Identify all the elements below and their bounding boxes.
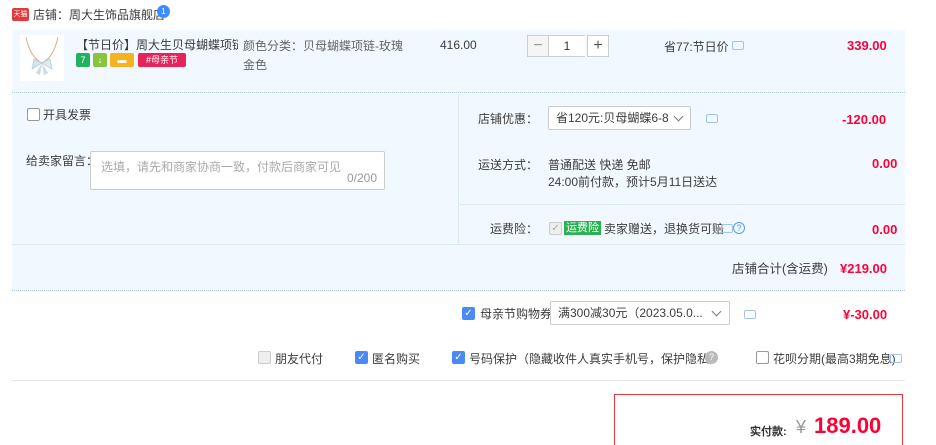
- tag-mothers-day: #母亲节: [138, 53, 186, 67]
- quantity-plus-button[interactable]: +: [587, 35, 609, 57]
- invoice-checkbox[interactable]: [27, 108, 40, 121]
- shop-discount-amount: -120.00: [842, 112, 887, 127]
- anonymous-checkbox[interactable]: ✓: [355, 351, 368, 364]
- coupon-label: 母亲节购物券: [480, 307, 553, 321]
- payment-summary: 实付款: ¥ 189.00: [614, 394, 903, 445]
- product-title-link[interactable]: 【节日价】周大生贝母蝴蝶项链...: [76, 38, 238, 52]
- shop-total-label: 店铺合计(含运费): [732, 262, 828, 276]
- chat-icon[interactable]: [706, 114, 718, 123]
- product-thumbnail[interactable]: [20, 35, 64, 81]
- shop-discount-label: 店铺优惠：: [478, 112, 539, 126]
- shop-name[interactable]: 店铺：周大生饰品旗舰店: [33, 8, 165, 22]
- chat-icon[interactable]: [890, 354, 902, 363]
- insurance-badge: 运费险: [564, 221, 601, 235]
- payment-label: 实付款:: [750, 426, 787, 438]
- insurance-label: 运费险：: [490, 222, 539, 236]
- anonymous-label[interactable]: 匿名购买: [372, 352, 420, 366]
- shipping-method: 普通配送 快递 免邮: [548, 158, 651, 172]
- huabei-label[interactable]: 花呗分期(最高3期免息): [773, 352, 896, 366]
- friend-pay-label: 朋友代付: [275, 352, 324, 366]
- invoice-label[interactable]: 开具发票: [43, 108, 91, 122]
- tag-price-protect-icon: ↓: [93, 53, 107, 67]
- tag-card-icon: ▬: [110, 53, 134, 67]
- insurance-checkbox: ✓: [549, 222, 562, 235]
- item-savings-text: 省77:节日价: [664, 40, 729, 54]
- currency-symbol: ¥: [796, 417, 807, 437]
- tag-7day-return-icon: 7: [76, 53, 90, 67]
- sku-info: 颜色分类：贝母蝴蝶项链-玫瑰金色: [243, 37, 408, 75]
- chat-icon[interactable]: [721, 224, 733, 233]
- coupon-select[interactable]: 满300减30元（2023.05.0...: [550, 301, 730, 325]
- insurance-amount: 0.00: [872, 222, 898, 237]
- sku-label: 颜色分类：: [243, 39, 304, 53]
- options-divider: [12, 244, 905, 245]
- shop-total-amount: ¥219.00: [840, 261, 887, 276]
- chat-icon[interactable]: [744, 310, 756, 319]
- chat-icon[interactable]: [732, 41, 744, 50]
- help-icon[interactable]: ?: [705, 351, 718, 364]
- payment-amount: 189.00: [814, 413, 882, 438]
- coupon-checkbox[interactable]: ✓: [462, 307, 475, 320]
- shop-name-text[interactable]: 周大生饰品旗舰店: [69, 8, 165, 22]
- shop-chat-badge-icon[interactable]: 1: [157, 5, 170, 18]
- seller-message-input[interactable]: 选填，请先和商家协商一致，付款后商家可见 0/200: [90, 151, 385, 190]
- quantity-input[interactable]: 1: [549, 35, 585, 57]
- divider: [12, 380, 905, 381]
- cart-item-row: 【节日价】周大生贝母蝴蝶项链... 7 ↓ ▬ #母亲节 颜色分类：贝母蝴蝶项链…: [12, 30, 905, 93]
- unit-price: 416.00: [440, 38, 477, 52]
- huabei-checkbox[interactable]: [756, 351, 769, 364]
- message-placeholder: 选填，请先和商家协商一致，付款后商家可见: [101, 160, 342, 174]
- coupon-selected: 满300减30元（2023.05.0...: [558, 306, 703, 320]
- shop-discount-select[interactable]: 省120元:贝母蝴蝶6-8: [548, 106, 691, 130]
- options-divider: [458, 94, 459, 244]
- tmall-logo-icon: 天猫: [12, 8, 29, 21]
- message-label: 给卖家留言：: [26, 154, 99, 168]
- shop-header: 天猫 店铺：周大生饰品旗舰店 1: [0, 0, 936, 30]
- shipping-amount: 0.00: [872, 156, 898, 171]
- quantity-minus-button[interactable]: −: [527, 35, 549, 57]
- insurance-desc: 卖家赠送，退换货可赔: [604, 222, 725, 236]
- options-divider: [458, 204, 905, 205]
- privacy-label[interactable]: 号码保护（隐藏收件人真实手机号，保护隐私）: [469, 352, 721, 366]
- item-subtotal: 339.00: [847, 38, 887, 53]
- shipping-eta: 24:00前付款，预计5月11日送达: [548, 175, 718, 189]
- help-icon[interactable]: ?: [733, 222, 745, 234]
- order-options-panel: 开具发票 给卖家留言： 选填，请先和商家协商一致，付款后商家可见 0/200 店…: [12, 94, 905, 291]
- privacy-checkbox[interactable]: ✓: [452, 351, 465, 364]
- shipping-label: 运送方式：: [478, 158, 539, 172]
- shop-label: 店铺：: [33, 8, 70, 22]
- friend-pay-checkbox: [258, 351, 271, 364]
- message-char-count: 0/200: [346, 171, 377, 185]
- coupon-amount: ¥-30.00: [843, 307, 888, 322]
- shop-discount-selected: 省120元:贝母蝴蝶6-8: [556, 111, 669, 125]
